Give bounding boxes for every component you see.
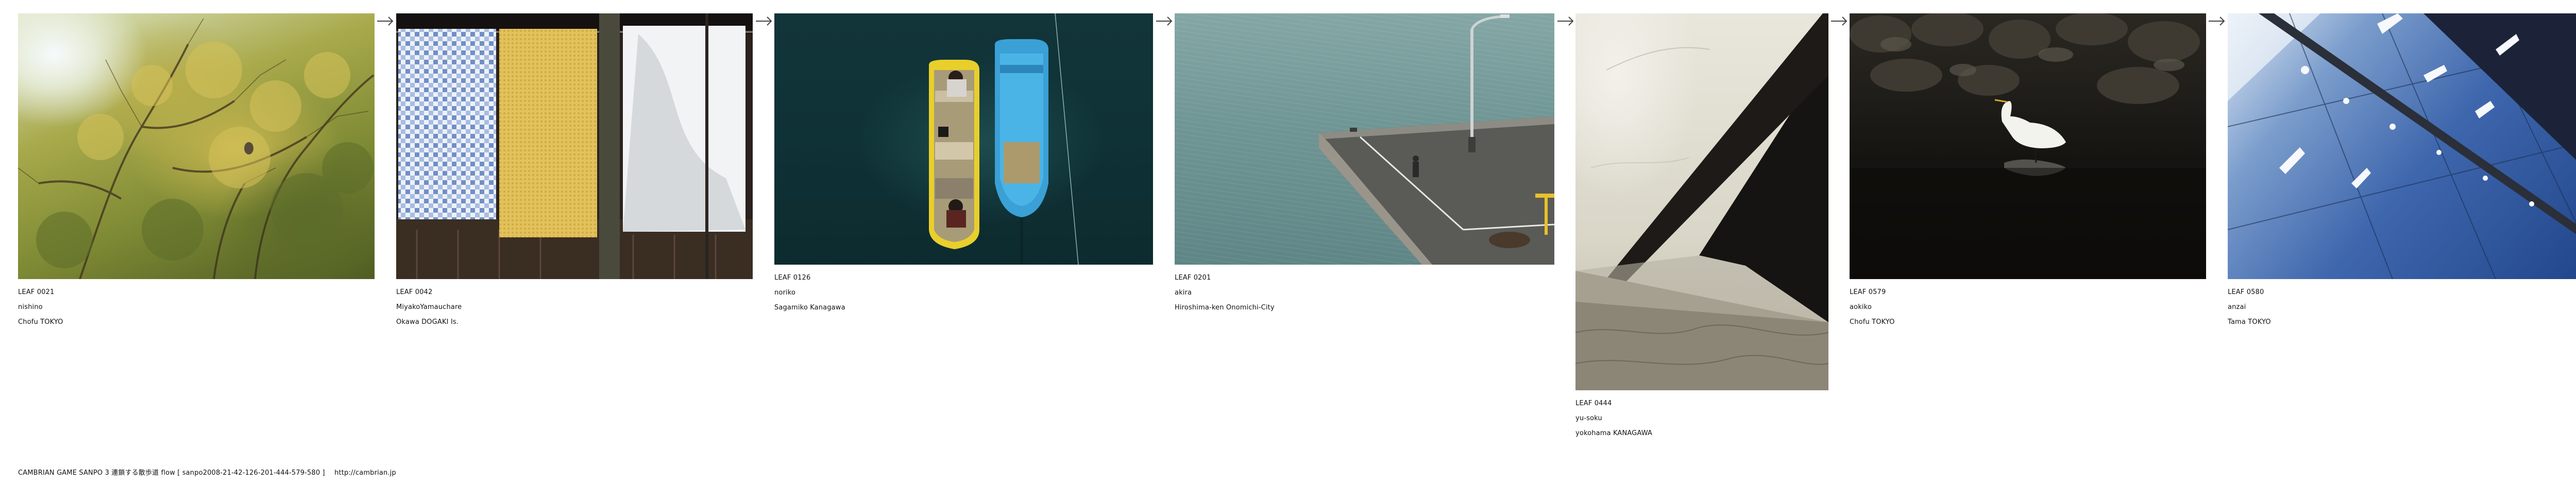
pier-photo — [1319, 14, 1554, 265]
leaf-photo-0580[interactable] — [2228, 13, 2576, 279]
leaf-caption-0021: LEAF 0021 nishino Chofu TOKYO — [18, 285, 375, 330]
leaf-card-0021: LEAF 0021 nishino Chofu TOKYO — [18, 13, 375, 330]
sanpo-flow-page: LEAF 0021 nishino Chofu TOKYO LEAF 0042 … — [0, 0, 2576, 484]
leaf-card-0126: LEAF 0126 noriko Sagamiko Kanagawa — [774, 13, 1153, 315]
leaf-place: Okawa DOGAKI Is. — [396, 318, 459, 326]
next-arrow-icon[interactable] — [755, 13, 773, 29]
leaf-caption-0126: LEAF 0126 noriko Sagamiko Kanagawa — [774, 270, 1153, 315]
leaf-user: aokiko — [1850, 303, 1872, 311]
leaf-number: LEAF 0201 — [1175, 274, 1211, 282]
leaf-photo-0579[interactable] — [1850, 13, 2206, 279]
next-arrow-icon[interactable] — [1556, 13, 1575, 29]
footer: CAMBRIAN GAME SANPO 3 連鎖する散歩道 flow [ san… — [18, 467, 396, 477]
leaf-place: yokohama KANAGAWA — [1575, 429, 1653, 437]
leaf-user: anzai — [2228, 303, 2246, 311]
next-arrow-icon[interactable] — [2208, 13, 2226, 29]
next-arrow-icon[interactable] — [1830, 13, 1849, 29]
leaf-number: LEAF 0579 — [1850, 288, 1886, 296]
leaf-user: nishino — [18, 303, 43, 311]
leaf-card-0042: LEAF 0042 MiyakoYamauchare Okawa DOGAKI … — [396, 13, 753, 330]
leaf-user: akira — [1175, 289, 1192, 297]
leaf-number: LEAF 0042 — [396, 288, 433, 296]
leaf-caption-0580: LEAF 0580 anzai Tama TOKYO — [2228, 285, 2576, 330]
leaf-number: LEAF 0021 — [18, 288, 55, 296]
leaf-number: LEAF 0444 — [1575, 400, 1612, 407]
leaf-user: MiyakoYamauchare — [396, 303, 462, 311]
leaf-card-0201: LEAF 0201 akira Hiroshima-ken Onomichi-C… — [1175, 13, 1554, 315]
leaf-place: Chofu TOKYO — [1850, 318, 1895, 326]
leaf-place: Tama TOKYO — [2228, 318, 2271, 326]
leaf-photo-0444[interactable] — [1575, 13, 1828, 390]
leaf-caption-0579: LEAF 0579 aokiko Chofu TOKYO — [1850, 285, 2206, 330]
leaf-card-0580: LEAF 0580 anzai Tama TOKYO — [2228, 13, 2576, 330]
leaf-number: LEAF 0126 — [774, 274, 811, 282]
next-arrow-icon[interactable] — [376, 13, 395, 29]
leaf-photo-0042[interactable] — [396, 13, 753, 279]
leaf-place: Chofu TOKYO — [18, 318, 63, 326]
shadow-wall-photo — [1575, 13, 1828, 390]
leaf-photo-0021[interactable] — [18, 13, 375, 279]
heron-photo — [1850, 13, 2206, 279]
leaf-caption-0201: LEAF 0201 akira Hiroshima-ken Onomichi-C… — [1175, 270, 1554, 315]
leaf-number: LEAF 0580 — [2228, 288, 2264, 296]
next-arrow-icon[interactable] — [1155, 13, 1174, 29]
hanging-cloths-photo — [396, 13, 753, 279]
footer-link[interactable]: http://cambrian.jp — [334, 469, 396, 477]
footer-text: CAMBRIAN GAME SANPO 3 連鎖する散歩道 flow [ san… — [18, 469, 325, 477]
leaf-caption-0444: LEAF 0444 yu-soku yokohama KANAGAWA — [1575, 396, 1828, 441]
leaf-card-0579: LEAF 0579 aokiko Chofu TOKYO — [1850, 13, 2206, 330]
leaf-caption-0042: LEAF 0042 MiyakoYamauchare Okawa DOGAKI … — [396, 285, 753, 330]
autumn-tree-photo — [18, 18, 375, 279]
leaf-card-0444: LEAF 0444 yu-soku yokohama KANAGAWA — [1575, 13, 1828, 441]
leaf-place: Sagamiko Kanagawa — [774, 304, 845, 312]
boats-photo — [929, 13, 1079, 265]
leaf-place: Hiroshima-ken Onomichi-City — [1175, 304, 1275, 312]
leaf-user: yu-soku — [1575, 414, 1602, 422]
glass-facade-photo — [2228, 13, 2576, 279]
leaf-photo-0126[interactable] — [774, 13, 1153, 265]
leaf-user: noriko — [774, 289, 796, 297]
leaf-photo-0201[interactable] — [1175, 13, 1554, 265]
